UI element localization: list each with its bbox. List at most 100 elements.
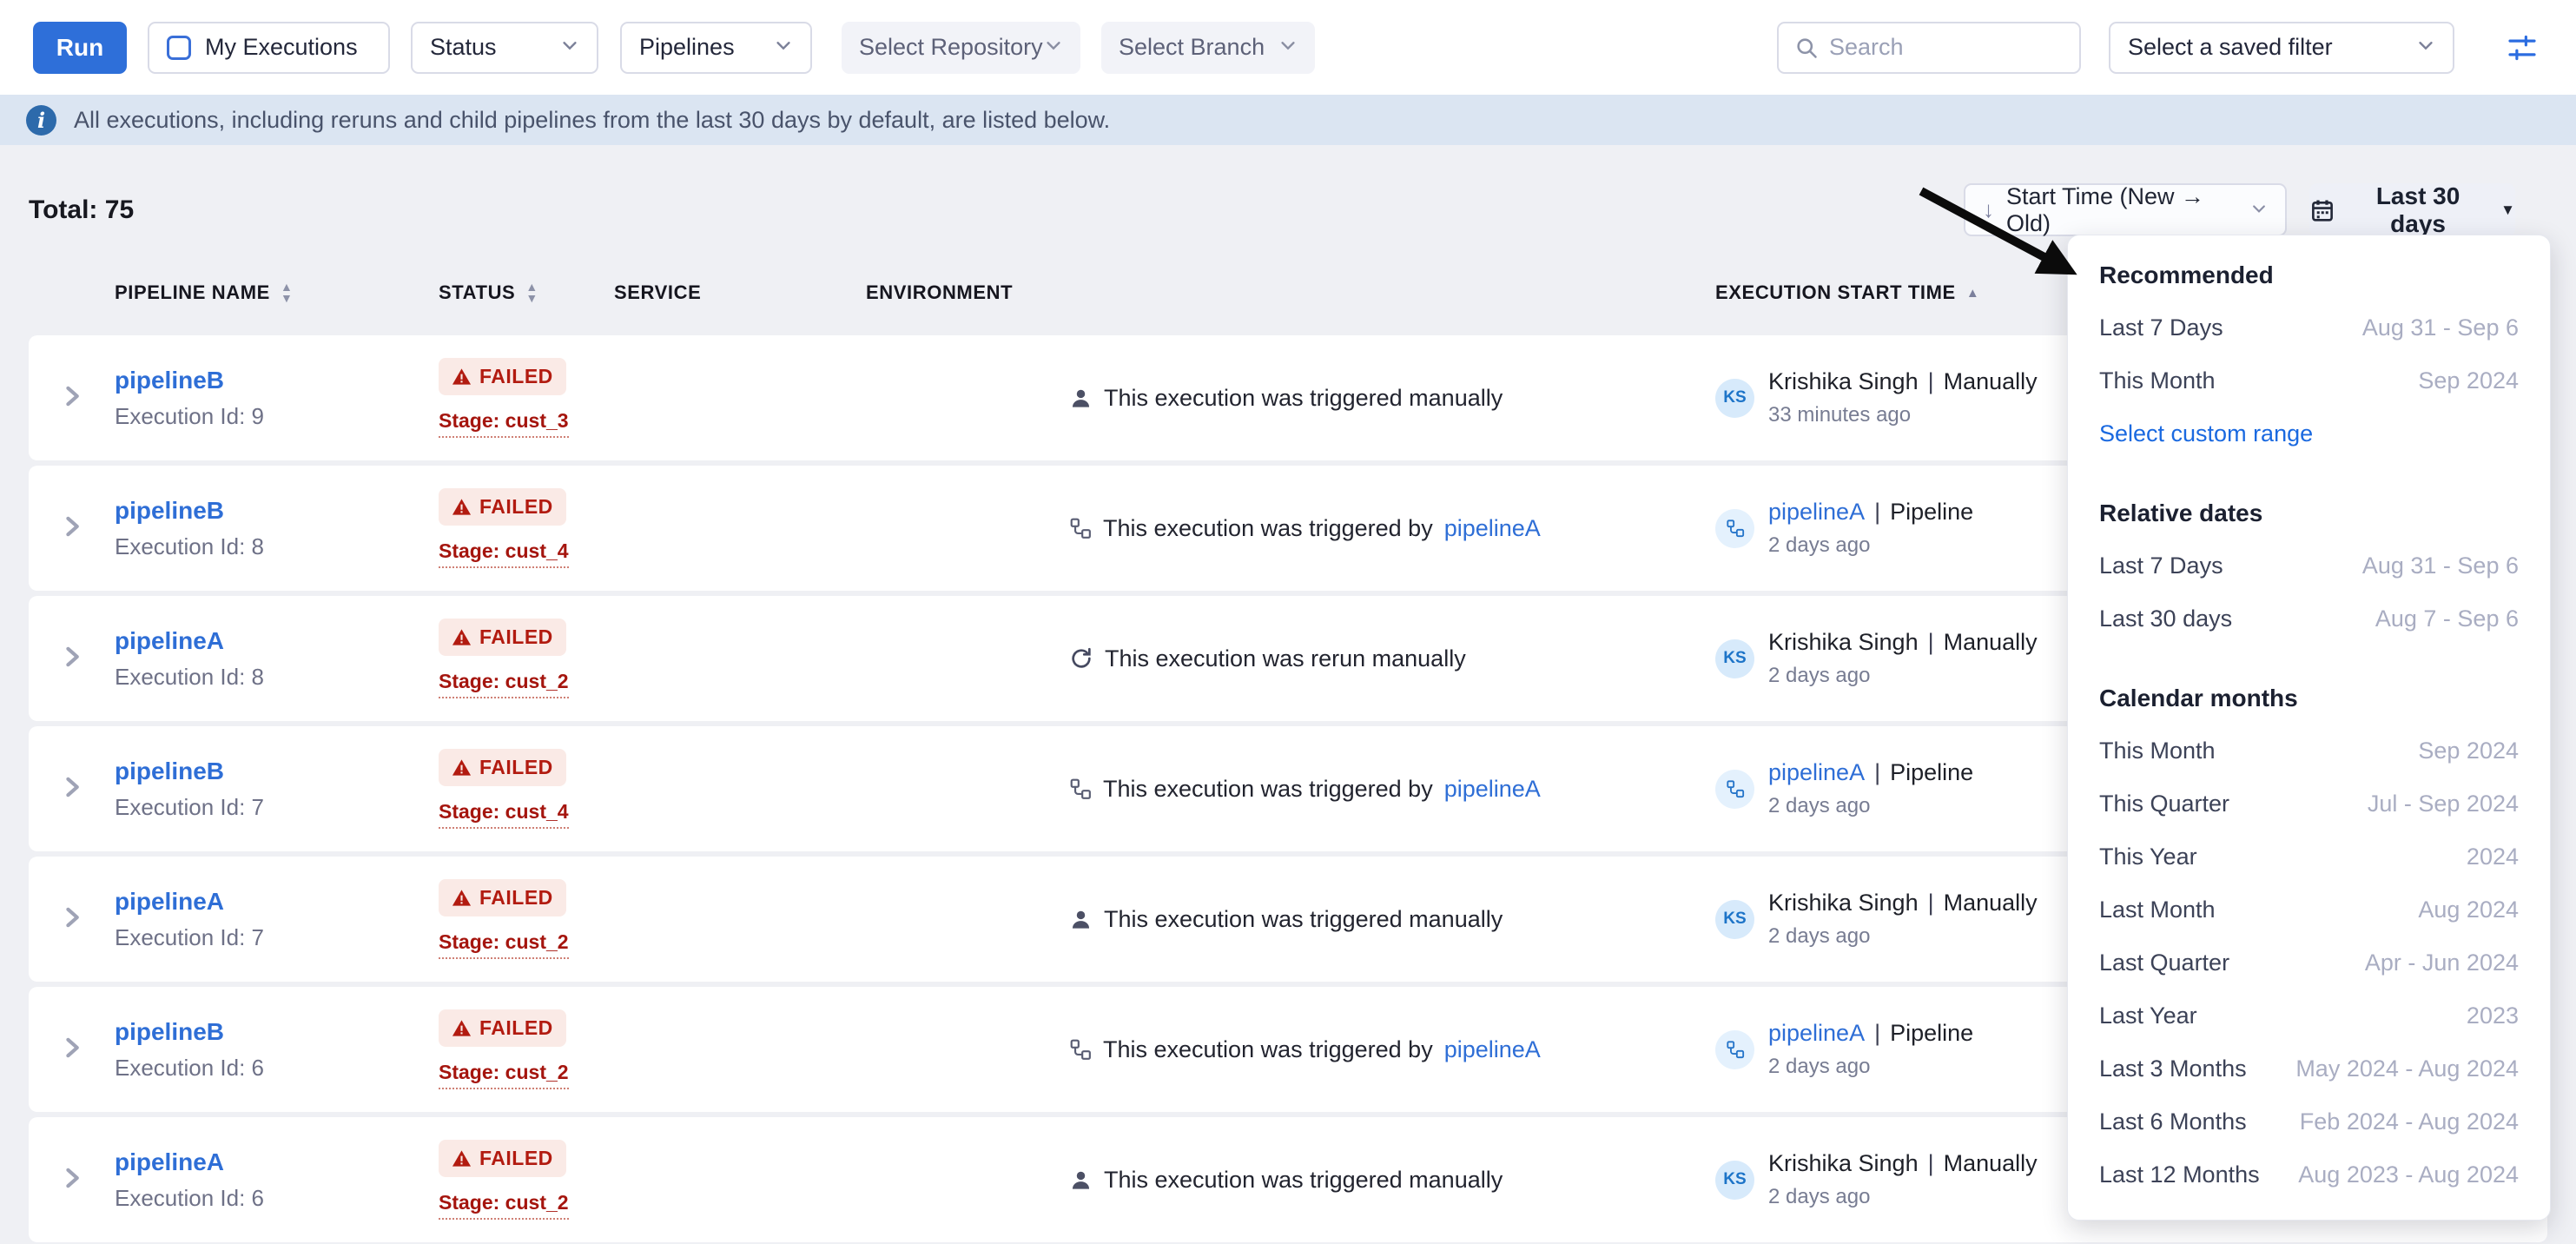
time-ago: 2 days ago bbox=[1768, 924, 2038, 949]
status-badge-label: FAILED bbox=[479, 495, 553, 519]
failed-stage-link[interactable]: Stage: cust_2 bbox=[439, 1191, 569, 1220]
failed-stage-link[interactable]: Stage: cust_2 bbox=[439, 930, 569, 959]
execution-id: Execution Id: 8 bbox=[115, 533, 439, 560]
pipelines-filter-dropdown[interactable]: Pipelines bbox=[620, 22, 812, 74]
row-expander[interactable] bbox=[29, 1165, 115, 1195]
date-range-option[interactable]: Last 3 Months May 2024 - Aug 2024 bbox=[2099, 1042, 2519, 1095]
status-cell: FAILED Stage: cust_4 bbox=[439, 488, 614, 568]
status-badge: FAILED bbox=[439, 358, 566, 395]
date-range-option[interactable]: This Year 2024 bbox=[2099, 830, 2519, 883]
start-meta: Krishika Singh | Manually 2 days ago bbox=[1768, 629, 2038, 688]
date-range-option[interactable]: Last 30 days Aug 7 - Sep 6 bbox=[2099, 592, 2519, 645]
col-header-service: SERVICE bbox=[614, 281, 866, 304]
saved-filter-dropdown[interactable]: Select a saved filter bbox=[2109, 22, 2454, 74]
warning-triangle-icon bbox=[452, 627, 472, 647]
trigger-pipeline-link[interactable]: pipelineA bbox=[1444, 1036, 1541, 1063]
date-range-option[interactable]: Last Year 2023 bbox=[2099, 989, 2519, 1042]
date-range-option-label: Last 3 Months bbox=[2099, 1055, 2247, 1082]
row-expander[interactable] bbox=[29, 1035, 115, 1065]
date-range-option[interactable]: Last Quarter Apr - Jun 2024 bbox=[2099, 936, 2519, 989]
separator: | bbox=[1874, 759, 1880, 786]
trigger-cell: This execution was triggered manually bbox=[866, 1167, 1715, 1194]
trigger-cell: This execution was triggered by pipeline… bbox=[866, 515, 1715, 542]
chevron-right-icon bbox=[59, 1035, 85, 1065]
run-button[interactable]: Run bbox=[33, 22, 127, 74]
date-range-option[interactable]: This Month Sep 2024 bbox=[2099, 725, 2519, 778]
separator: | bbox=[1928, 629, 1934, 656]
starter-pipeline-link[interactable]: pipelineA bbox=[1768, 499, 1865, 526]
my-executions-checkbox[interactable] bbox=[167, 36, 191, 60]
status-filter-dropdown[interactable]: Status bbox=[411, 22, 598, 74]
search-input[interactable] bbox=[1829, 34, 2064, 61]
date-range-option[interactable]: Last 6 Months Feb 2024 - Aug 2024 bbox=[2099, 1095, 2519, 1148]
failed-stage-link[interactable]: Stage: cust_2 bbox=[439, 1061, 569, 1089]
date-range-option[interactable]: Last 7 Days Aug 31 - Sep 6 bbox=[2099, 539, 2519, 592]
sort-order-dropdown[interactable]: ↓ Start Time (New → Old) bbox=[1964, 183, 2287, 236]
date-range-option-value: Aug 31 - Sep 6 bbox=[2362, 314, 2519, 341]
status-cell: FAILED Stage: cust_2 bbox=[439, 1140, 614, 1220]
trigger-text: This execution was triggered manually bbox=[1104, 385, 1503, 412]
select-branch-dropdown[interactable]: Select Branch bbox=[1101, 22, 1315, 74]
trigger-mode: Pipeline bbox=[1890, 1020, 1973, 1047]
executions-page: Run My Executions Status Pipelines Selec… bbox=[0, 0, 2576, 1242]
col-header-pipeline-name[interactable]: PIPELINE NAME ▲▼ bbox=[115, 281, 439, 304]
pipeline-name-link[interactable]: pipelineB bbox=[115, 497, 439, 525]
chevron-down-icon bbox=[1278, 34, 1298, 61]
starter-pipeline-link[interactable]: pipelineA bbox=[1768, 759, 1865, 786]
date-range-option[interactable]: Last 7 Days Aug 31 - Sep 6 bbox=[2099, 301, 2519, 354]
trigger-mode: Manually bbox=[1944, 1150, 2038, 1177]
status-badge-label: FAILED bbox=[479, 625, 553, 649]
failed-stage-link[interactable]: Stage: cust_4 bbox=[439, 800, 569, 829]
select-custom-range-link[interactable]: Select custom range bbox=[2099, 420, 2313, 447]
date-range-option[interactable]: Select custom range bbox=[2099, 407, 2519, 460]
chevron-down-icon bbox=[560, 34, 579, 61]
date-range-option-value: Aug 2024 bbox=[2418, 897, 2519, 923]
date-range-button[interactable]: Last 30 days ▼ bbox=[2309, 183, 2515, 236]
child-pipeline-trigger-icon bbox=[1069, 778, 1092, 800]
select-branch-label: Select Branch bbox=[1119, 34, 1265, 61]
col-header-status[interactable]: STATUS ▲▼ bbox=[439, 281, 614, 304]
pipeline-name-link[interactable]: pipelineA bbox=[115, 627, 439, 655]
pipeline-name-link[interactable]: pipelineB bbox=[115, 758, 439, 785]
date-range-option-label: Last Year bbox=[2099, 1002, 2197, 1029]
failed-stage-link[interactable]: Stage: cust_2 bbox=[439, 670, 569, 698]
row-expander[interactable] bbox=[29, 513, 115, 544]
row-expander[interactable] bbox=[29, 904, 115, 935]
failed-stage-link[interactable]: Stage: cust_3 bbox=[439, 409, 569, 438]
failed-stage-link[interactable]: Stage: cust_4 bbox=[439, 539, 569, 568]
my-executions-toggle[interactable]: My Executions bbox=[148, 22, 390, 74]
filter-settings-icon[interactable] bbox=[2503, 29, 2541, 67]
trigger-mode: Pipeline bbox=[1890, 759, 1973, 786]
select-repository-dropdown[interactable]: Select Repository bbox=[842, 22, 1080, 74]
chevron-right-icon bbox=[59, 1165, 85, 1195]
date-range-option[interactable]: This Quarter Jul - Sep 2024 bbox=[2099, 778, 2519, 830]
row-expander[interactable] bbox=[29, 774, 115, 804]
warning-triangle-icon bbox=[452, 367, 472, 387]
status-cell: FAILED Stage: cust_2 bbox=[439, 879, 614, 959]
row-expander[interactable] bbox=[29, 644, 115, 674]
warning-triangle-icon bbox=[452, 758, 472, 778]
date-range-option[interactable]: This Month Sep 2024 bbox=[2099, 354, 2519, 407]
pipeline-name-link[interactable]: pipelineA bbox=[115, 1148, 439, 1176]
date-range-option-label: Last 6 Months bbox=[2099, 1108, 2247, 1135]
starter-pipeline-link[interactable]: pipelineA bbox=[1768, 1020, 1865, 1047]
starter-name-line: Krishika Singh | Manually bbox=[1768, 629, 2038, 656]
starter-user-name: Krishika Singh bbox=[1768, 629, 1919, 656]
starter-name-line: pipelineA | Pipeline bbox=[1768, 499, 1973, 526]
sort-ascending-icon: ▲ bbox=[1966, 286, 1979, 301]
col-header-label: SERVICE bbox=[614, 281, 701, 304]
top-toolbar: Run My Executions Status Pipelines Selec… bbox=[0, 0, 2576, 95]
warning-triangle-icon bbox=[452, 888, 472, 908]
status-badge: FAILED bbox=[439, 879, 566, 916]
trigger-pipeline-link[interactable]: pipelineA bbox=[1444, 776, 1541, 803]
pipeline-name-link[interactable]: pipelineA bbox=[115, 888, 439, 916]
row-expander[interactable] bbox=[29, 383, 115, 414]
date-range-option[interactable]: Last 12 Months Aug 2023 - Aug 2024 bbox=[2099, 1148, 2519, 1201]
pipeline-name-link[interactable]: pipelineB bbox=[115, 367, 439, 394]
search-box bbox=[1777, 22, 2081, 74]
date-range-option[interactable]: Last Month Aug 2024 bbox=[2099, 883, 2519, 936]
starter-user-name: Krishika Singh bbox=[1768, 1150, 1919, 1177]
pipeline-name-link[interactable]: pipelineB bbox=[115, 1018, 439, 1046]
trigger-pipeline-link[interactable]: pipelineA bbox=[1444, 515, 1541, 542]
trigger-mode: Manually bbox=[1944, 368, 2038, 395]
